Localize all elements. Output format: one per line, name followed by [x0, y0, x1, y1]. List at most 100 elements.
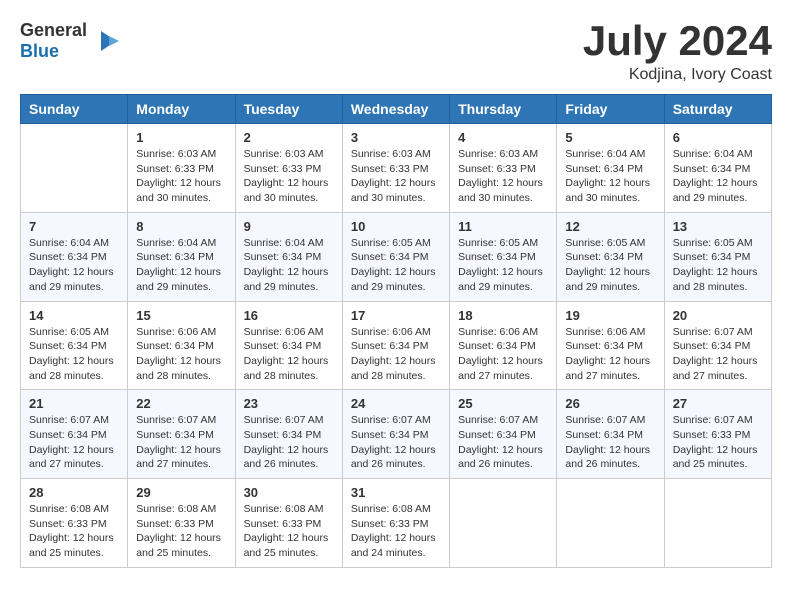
day-number: 16 — [244, 308, 334, 323]
day-info: Sunrise: 6:07 AMSunset: 6:33 PMDaylight:… — [673, 413, 763, 472]
day-number: 8 — [136, 219, 226, 234]
weekday-header: Wednesday — [342, 95, 449, 124]
calendar-header-row: SundayMondayTuesdayWednesdayThursdayFrid… — [21, 95, 772, 124]
calendar-cell: 4 Sunrise: 6:03 AMSunset: 6:33 PMDaylight… — [450, 124, 557, 213]
calendar-cell: 28Sunrise: 6:08 AMSunset: 6:33 PMDayligh… — [21, 479, 128, 568]
logo-general: General — [20, 20, 87, 40]
calendar-week-row: 21 Sunrise: 6:07 AMSunset: 6:34 PMDayligh… — [21, 390, 772, 479]
calendar-cell: 29 Sunrise: 6:08 AMSunset: 6:33 PMDayligh… — [128, 479, 235, 568]
day-number: 31 — [351, 485, 441, 500]
day-number: 9 — [244, 219, 334, 234]
calendar-cell: 19Sunrise: 6:06 AMSunset: 6:34 PMDayligh… — [557, 301, 664, 390]
day-info: Sunrise: 6:08 AMSunset: 6:33 PMDaylight:… — [244, 502, 334, 561]
calendar-cell: 25 Sunrise: 6:07 AMSunset: 6:34 PMDayligh… — [450, 390, 557, 479]
logo-text: General Blue — [20, 20, 87, 62]
logo-blue: Blue — [20, 41, 59, 61]
day-number: 12 — [565, 219, 655, 234]
calendar-cell: 30 Sunrise: 6:08 AMSunset: 6:33 PMDayligh… — [235, 479, 342, 568]
calendar-cell: 1Sunrise: 6:03 AMSunset: 6:33 PMDaylight… — [128, 124, 235, 213]
day-number: 15 — [136, 308, 226, 323]
calendar-cell — [21, 124, 128, 213]
day-number: 21 — [29, 396, 119, 411]
calendar-cell: 26 Sunrise: 6:07 AMSunset: 6:34 PMDayligh… — [557, 390, 664, 479]
day-number: 30 — [244, 485, 334, 500]
day-number: 29 — [136, 485, 226, 500]
day-info: Sunrise: 6:05 AMSunset: 6:34 PMDaylight:… — [29, 325, 119, 384]
calendar-cell: 7Sunrise: 6:04 AMSunset: 6:34 PMDaylight… — [21, 212, 128, 301]
calendar-cell: 15 Sunrise: 6:06 AMSunset: 6:34 PMDayligh… — [128, 301, 235, 390]
day-info: Sunrise: 6:08 AMSunset: 6:33 PMDaylight:… — [351, 502, 441, 561]
day-info: Sunrise: 6:05 AMSunset: 6:34 PMDaylight:… — [458, 236, 548, 295]
day-info: Sunrise: 6:03 AMSunset: 6:33 PMDaylight:… — [136, 147, 226, 206]
day-number: 22 — [136, 396, 226, 411]
day-info: Sunrise: 6:07 AMSunset: 6:34 PMDaylight:… — [458, 413, 548, 472]
calendar-cell: 21 Sunrise: 6:07 AMSunset: 6:34 PMDayligh… — [21, 390, 128, 479]
weekday-header: Sunday — [21, 95, 128, 124]
day-info: Sunrise: 6:03 AMSunset: 6:33 PMDaylight:… — [458, 147, 548, 206]
day-info: Sunrise: 6:07 AMSunset: 6:34 PMDaylight:… — [351, 413, 441, 472]
calendar-week-row: 1Sunrise: 6:03 AMSunset: 6:33 PMDaylight… — [21, 124, 772, 213]
day-info: Sunrise: 6:06 AMSunset: 6:34 PMDaylight:… — [136, 325, 226, 384]
day-info: Sunrise: 6:08 AMSunset: 6:33 PMDaylight:… — [136, 502, 226, 561]
day-info: Sunrise: 6:04 AMSunset: 6:34 PMDaylight:… — [565, 147, 655, 206]
day-number: 25 — [458, 396, 548, 411]
day-info: Sunrise: 6:07 AMSunset: 6:34 PMDaylight:… — [136, 413, 226, 472]
calendar-week-row: 14 Sunrise: 6:05 AMSunset: 6:34 PMDayligh… — [21, 301, 772, 390]
calendar-cell: 14 Sunrise: 6:05 AMSunset: 6:34 PMDayligh… — [21, 301, 128, 390]
calendar-table: SundayMondayTuesdayWednesdayThursdayFrid… — [20, 94, 772, 568]
calendar-cell: 22 Sunrise: 6:07 AMSunset: 6:34 PMDayligh… — [128, 390, 235, 479]
day-info: Sunrise: 6:07 AMSunset: 6:34 PMDaylight:… — [565, 413, 655, 472]
day-number: 24 — [351, 396, 441, 411]
calendar-cell: 3 Sunrise: 6:03 AMSunset: 6:33 PMDaylight… — [342, 124, 449, 213]
calendar-cell: 17 Sunrise: 6:06 AMSunset: 6:34 PMDayligh… — [342, 301, 449, 390]
calendar-cell: 2 Sunrise: 6:03 AMSunset: 6:33 PMDaylight… — [235, 124, 342, 213]
weekday-header: Tuesday — [235, 95, 342, 124]
day-number: 3 — [351, 130, 441, 145]
day-number: 18 — [458, 308, 548, 323]
day-number: 13 — [673, 219, 763, 234]
day-info: Sunrise: 6:04 AMSunset: 6:34 PMDaylight:… — [136, 236, 226, 295]
day-info: Sunrise: 6:04 AMSunset: 6:34 PMDaylight:… — [244, 236, 334, 295]
day-info: Sunrise: 6:07 AMSunset: 6:34 PMDaylight:… — [29, 413, 119, 472]
calendar-week-row: 7Sunrise: 6:04 AMSunset: 6:34 PMDaylight… — [21, 212, 772, 301]
calendar-week-row: 28 Sunrise: 6:08 AMSunset: 6:33 PMDayligh… — [21, 479, 772, 568]
day-info: Sunrise: 6:05 AMSunset: 6:34 PMDaylight:… — [673, 236, 763, 295]
day-info: Sunrise: 6:05 AMSunset: 6:34 PMDaylight:… — [351, 236, 441, 295]
day-info: Sunrise: 6:07 AMSunset: 6:34 PMDaylight:… — [244, 413, 334, 472]
day-number: 26 — [565, 396, 655, 411]
day-info: Sunrise: 6:03 AMSunset: 6:33 PMDaylight:… — [351, 147, 441, 206]
day-number: 6 — [673, 130, 763, 145]
day-info: Sunrise: 6:06 AMSunset: 6:34 PMDaylight:… — [565, 325, 655, 384]
logo: General Blue — [20, 20, 121, 62]
day-number: 20 — [673, 308, 763, 323]
day-number: 27 — [673, 396, 763, 411]
calendar-cell: 6Sunrise: 6:04 AMSunset: 6:34 PMDaylight… — [664, 124, 771, 213]
day-number: 23 — [244, 396, 334, 411]
day-info: Sunrise: 6:06 AMSunset: 6:34 PMDaylight:… — [351, 325, 441, 384]
day-number: 11 — [458, 219, 548, 234]
day-number: 14 — [29, 308, 119, 323]
day-info: Sunrise: 6:05 AMSunset: 6:34 PMDaylight:… — [565, 236, 655, 295]
day-info: Sunrise: 6:04 AMSunset: 6:34 PMDaylight:… — [29, 236, 119, 295]
weekday-header: Thursday — [450, 95, 557, 124]
calendar-cell: 27 Sunrise: 6:07 AMSunset: 6:33 PMDayligh… — [664, 390, 771, 479]
day-number: 10 — [351, 219, 441, 234]
calendar-cell: 12 Sunrise: 6:05 AMSunset: 6:34 PMDayligh… — [557, 212, 664, 301]
day-number: 28 — [29, 485, 119, 500]
weekday-header: Monday — [128, 95, 235, 124]
page-header: General Blue July 2024 Kodjina, Ivory Co… — [20, 20, 772, 84]
weekday-header: Friday — [557, 95, 664, 124]
day-number: 4 — [458, 130, 548, 145]
day-number: 5 — [565, 130, 655, 145]
day-number: 2 — [244, 130, 334, 145]
day-info: Sunrise: 6:03 AMSunset: 6:33 PMDaylight:… — [244, 147, 334, 206]
location-title: Kodjina, Ivory Coast — [583, 66, 772, 84]
day-number: 17 — [351, 308, 441, 323]
calendar-cell: 24 Sunrise: 6:07 AMSunset: 6:34 PMDayligh… — [342, 390, 449, 479]
calendar-cell — [664, 479, 771, 568]
calendar-cell: 16Sunrise: 6:06 AMSunset: 6:34 PMDayligh… — [235, 301, 342, 390]
calendar-cell: 10 Sunrise: 6:05 AMSunset: 6:34 PMDayligh… — [342, 212, 449, 301]
calendar-cell: 11 Sunrise: 6:05 AMSunset: 6:34 PMDayligh… — [450, 212, 557, 301]
calendar-cell: 23 Sunrise: 6:07 AMSunset: 6:34 PMDayligh… — [235, 390, 342, 479]
calendar-cell: 13 Sunrise: 6:05 AMSunset: 6:34 PMDayligh… — [664, 212, 771, 301]
